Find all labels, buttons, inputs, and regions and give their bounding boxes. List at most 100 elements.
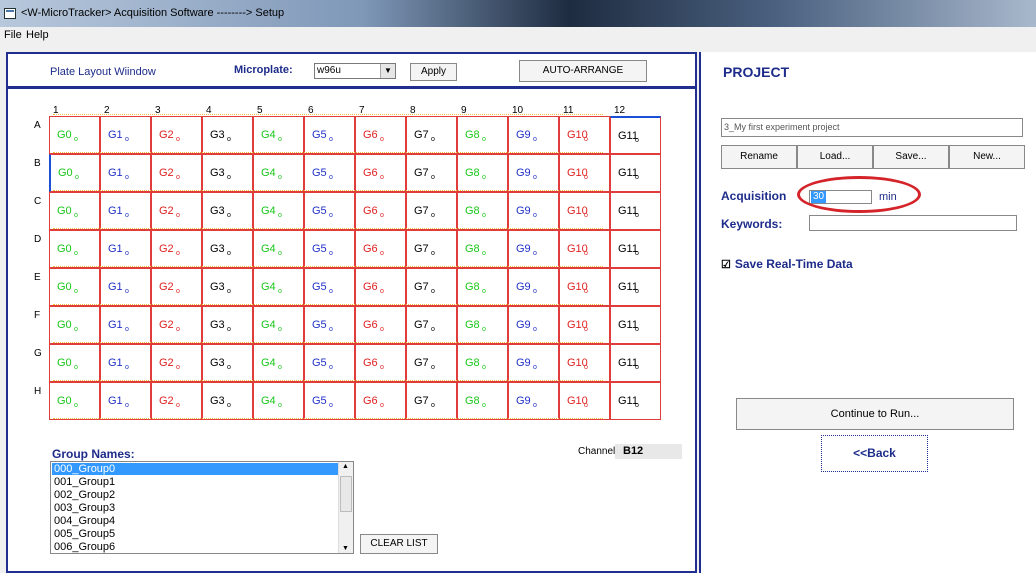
- save-realtime-checkbox[interactable]: ☑ Save Real-Time Data: [721, 257, 853, 271]
- well[interactable]: G2 o: [151, 116, 202, 154]
- microplate-select[interactable]: w96u ▼: [314, 63, 396, 79]
- list-item[interactable]: 004_Group4: [52, 515, 338, 527]
- chevron-down-icon[interactable]: ▼: [380, 64, 395, 78]
- well[interactable]: G2 o: [151, 306, 202, 344]
- well[interactable]: G0 o: [49, 192, 100, 230]
- clear-list-button[interactable]: CLEAR LIST: [360, 534, 438, 554]
- well[interactable]: G9 o: [508, 344, 559, 382]
- rename-button[interactable]: Rename: [721, 145, 797, 169]
- well[interactable]: G6 o: [355, 154, 406, 192]
- well[interactable]: G3 o: [202, 192, 253, 230]
- well[interactable]: G5 o: [304, 116, 355, 154]
- well[interactable]: G5 o: [304, 344, 355, 382]
- apply-button[interactable]: Apply: [410, 63, 457, 81]
- well[interactable]: G8 o: [457, 268, 508, 306]
- group-names-list[interactable]: 000_Group0 001_Group1 002_Group2 003_Group3…: [50, 461, 354, 554]
- well[interactable]: G3 o: [202, 344, 253, 382]
- well[interactable]: G5 o: [304, 382, 355, 420]
- new-button[interactable]: New...: [949, 145, 1025, 169]
- well[interactable]: G9 o: [508, 192, 559, 230]
- well[interactable]: G6 o: [355, 306, 406, 344]
- well[interactable]: G7 o: [406, 116, 457, 154]
- load-button[interactable]: Load...: [797, 145, 873, 169]
- list-item[interactable]: 003_Group3: [52, 502, 338, 514]
- well[interactable]: G1 o: [100, 116, 151, 154]
- well[interactable]: G11 o: [610, 268, 661, 306]
- well[interactable]: G8 o: [457, 154, 508, 192]
- well[interactable]: G10 o: [559, 268, 610, 306]
- well[interactable]: G8 o: [457, 116, 508, 154]
- well[interactable]: G1 o: [100, 192, 151, 230]
- scroll-down-icon[interactable]: ▼: [342, 545, 349, 552]
- well[interactable]: G2 o: [151, 268, 202, 306]
- well[interactable]: G0 o: [49, 306, 100, 344]
- well[interactable]: G1 o: [100, 230, 151, 268]
- list-item[interactable]: 006_Group6: [52, 541, 338, 553]
- list-item[interactable]: 005_Group5: [52, 528, 338, 540]
- well[interactable]: G4 o: [253, 382, 304, 420]
- well[interactable]: G7 o: [406, 230, 457, 268]
- save-button[interactable]: Save...: [873, 145, 949, 169]
- keywords-input[interactable]: [809, 215, 1017, 231]
- well[interactable]: G9 o: [508, 306, 559, 344]
- well[interactable]: G11 o: [610, 382, 661, 420]
- well[interactable]: G9 o: [508, 154, 559, 192]
- well[interactable]: G1 o: [100, 344, 151, 382]
- well[interactable]: G6 o: [355, 116, 406, 154]
- well[interactable]: G8 o: [457, 344, 508, 382]
- well[interactable]: G8 o: [457, 306, 508, 344]
- well[interactable]: G4 o: [253, 192, 304, 230]
- well[interactable]: G3 o: [202, 154, 253, 192]
- well[interactable]: G10 o: [559, 192, 610, 230]
- well[interactable]: G11 o: [610, 230, 661, 268]
- well[interactable]: G4 o: [253, 230, 304, 268]
- well[interactable]: G5 o: [304, 230, 355, 268]
- well[interactable]: G9 o: [508, 230, 559, 268]
- well[interactable]: G7 o: [406, 192, 457, 230]
- well[interactable]: G8 o: [457, 230, 508, 268]
- well[interactable]: G1 o: [100, 306, 151, 344]
- well[interactable]: G4 o: [253, 344, 304, 382]
- well[interactable]: G10 o: [559, 306, 610, 344]
- list-scrollbar[interactable]: ▲ ▼: [338, 462, 353, 553]
- well[interactable]: G4 o: [253, 154, 304, 192]
- well[interactable]: G0 o: [49, 116, 100, 154]
- well[interactable]: G7 o: [406, 268, 457, 306]
- well[interactable]: G4 o: [253, 306, 304, 344]
- well[interactable]: G0 o: [49, 268, 100, 306]
- auto-arrange-button[interactable]: AUTO-ARRANGE: [519, 60, 647, 82]
- well[interactable]: G6 o: [355, 230, 406, 268]
- well[interactable]: G7 o: [406, 154, 457, 192]
- well[interactable]: G7 o: [406, 382, 457, 420]
- well[interactable]: G0 o: [49, 154, 100, 192]
- well[interactable]: G2 o: [151, 382, 202, 420]
- well[interactable]: G10 o: [559, 154, 610, 192]
- back-button[interactable]: <<Back: [821, 435, 928, 472]
- well[interactable]: G7 o: [406, 306, 457, 344]
- list-item[interactable]: 000_Group0: [52, 463, 338, 475]
- well[interactable]: G8 o: [457, 382, 508, 420]
- continue-to-run-button[interactable]: Continue to Run...: [736, 398, 1014, 430]
- well[interactable]: G7 o: [406, 344, 457, 382]
- well[interactable]: G1 o: [100, 154, 151, 192]
- list-item[interactable]: 001_Group1: [52, 476, 338, 488]
- well[interactable]: G2 o: [151, 344, 202, 382]
- well[interactable]: G3 o: [202, 382, 253, 420]
- well[interactable]: G3 o: [202, 230, 253, 268]
- well[interactable]: G0 o: [49, 344, 100, 382]
- project-name-field[interactable]: 3_My first experiment project: [721, 118, 1023, 137]
- well[interactable]: G5 o: [304, 154, 355, 192]
- well[interactable]: G3 o: [202, 306, 253, 344]
- well[interactable]: G5 o: [304, 192, 355, 230]
- well[interactable]: G4 o: [253, 116, 304, 154]
- well[interactable]: G2 o: [151, 154, 202, 192]
- well[interactable]: G0 o: [49, 382, 100, 420]
- well[interactable]: G6 o: [355, 268, 406, 306]
- well[interactable]: G5 o: [304, 268, 355, 306]
- checkbox-checked-icon[interactable]: ☑: [721, 258, 731, 271]
- well[interactable]: G8 o: [457, 192, 508, 230]
- well[interactable]: G9 o: [508, 382, 559, 420]
- well[interactable]: G11 o: [610, 154, 661, 192]
- well[interactable]: G1 o: [100, 382, 151, 420]
- well[interactable]: G11 o: [610, 306, 661, 344]
